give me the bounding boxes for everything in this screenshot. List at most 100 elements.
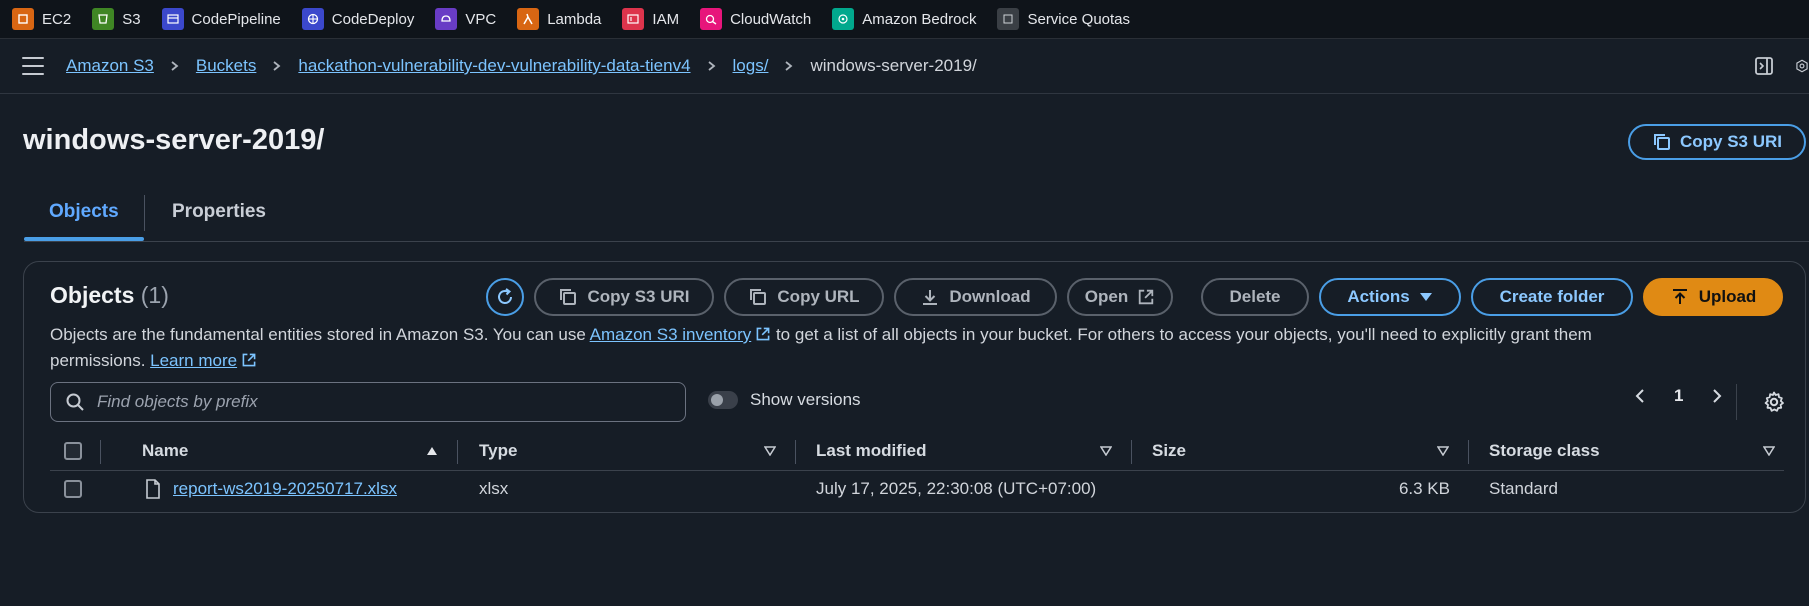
caret-down-icon — [1419, 293, 1432, 301]
copy-icon — [750, 289, 767, 305]
table-header: Name Type Last modified Size Storage cla… — [50, 432, 1784, 471]
header-right-icons — [1753, 39, 1809, 93]
select-all-checkbox[interactable] — [64, 442, 82, 460]
copy-icon — [1653, 134, 1670, 150]
sort-icon[interactable] — [1763, 446, 1775, 456]
search-input[interactable] — [95, 391, 659, 413]
s3-inventory-link[interactable]: Amazon S3 inventory — [590, 325, 752, 344]
chevron-right-icon — [272, 61, 282, 71]
download-button[interactable]: Download — [894, 278, 1057, 316]
favorite-service-quotas[interactable]: Service Quotas — [997, 8, 1130, 30]
objects-heading: Objects (1) — [50, 282, 169, 309]
object-type: xlsx — [479, 479, 509, 498]
menu-icon[interactable] — [22, 57, 44, 75]
favorite-codepipeline[interactable]: CodePipeline — [161, 8, 281, 30]
tab-divider — [144, 195, 145, 231]
favorite-codedeploy[interactable]: CodeDeploy — [301, 8, 414, 30]
settings-hex-icon[interactable] — [1795, 55, 1809, 77]
tab-properties[interactable]: Properties — [172, 201, 266, 223]
page-number[interactable]: 1 — [1674, 386, 1683, 406]
favorite-cloudwatch[interactable]: CloudWatch — [700, 8, 811, 30]
copy-url-button[interactable]: Copy URL — [724, 278, 884, 316]
copy-s3-uri-label: Copy S3 URI — [1679, 132, 1783, 151]
tab-objects[interactable]: Objects — [49, 201, 119, 223]
show-versions-toggle[interactable]: Show versions — [708, 390, 861, 410]
breadcrumb-amazon-s3[interactable]: Amazon S3 — [66, 56, 154, 76]
objects-title: Objects — [50, 282, 135, 308]
s3-icon — [92, 8, 115, 30]
breadcrumb: Amazon S3 Buckets hackathon-vulnerabilit… — [66, 56, 977, 76]
chevron-right-icon — [784, 61, 794, 71]
refresh-button[interactable] — [486, 278, 524, 316]
external-link-icon — [1139, 289, 1154, 305]
tab-bar: Objects Properties — [24, 193, 1809, 242]
column-header-name[interactable]: Name — [142, 441, 188, 461]
actions-dropdown[interactable]: Actions — [1319, 278, 1461, 316]
upload-button[interactable]: Upload — [1643, 278, 1783, 316]
column-divider — [795, 440, 796, 464]
copy-s3-uri-header-button[interactable]: Copy S3 URI — [1628, 124, 1806, 160]
delete-button[interactable]: Delete — [1201, 278, 1309, 316]
object-last-modified: July 17, 2025, 22:30:08 (UTC+07:00) — [816, 479, 1097, 498]
breadcrumb-bucket[interactable]: hackathon-vulnerability-dev-vulnerabilit… — [298, 56, 690, 76]
open-label: Open — [1084, 287, 1129, 306]
favorite-bedrock[interactable]: Amazon Bedrock — [832, 8, 976, 30]
copy-url-label: Copy URL — [777, 287, 860, 306]
column-header-storage-class[interactable]: Storage class — [1489, 441, 1600, 461]
object-size: 6.3 KB — [1398, 479, 1450, 498]
breadcrumb-buckets[interactable]: Buckets — [196, 56, 256, 76]
favorite-label: Amazon Bedrock — [862, 10, 977, 28]
toggle-switch[interactable] — [708, 391, 738, 409]
vpc-icon — [435, 8, 458, 30]
open-button[interactable]: Open — [1067, 278, 1173, 316]
search-box — [50, 382, 686, 422]
learn-more-link[interactable]: Learn more — [150, 351, 237, 370]
favorite-iam[interactable]: IAM — [622, 8, 679, 30]
favorite-label: S3 — [122, 10, 141, 28]
actions-label: Actions — [1347, 287, 1410, 306]
column-header-type[interactable]: Type — [479, 441, 517, 461]
panel-toggle-icon[interactable] — [1753, 55, 1775, 77]
search-icon — [66, 393, 84, 411]
column-header-last-modified[interactable]: Last modified — [816, 441, 927, 461]
create-folder-button[interactable]: Create folder — [1471, 278, 1633, 316]
breadcrumb-bar: Amazon S3 Buckets hackathon-vulnerabilit… — [0, 39, 1809, 94]
external-link-icon — [242, 353, 256, 367]
favorite-s3[interactable]: S3 — [92, 8, 141, 30]
chevron-right-icon — [170, 61, 180, 71]
object-name-link[interactable]: report-ws2019-20250717.xlsx — [173, 479, 397, 498]
objects-panel: Objects (1) Copy S3 URI Copy URL Downloa… — [23, 261, 1806, 513]
favorite-label: CloudWatch — [730, 10, 812, 28]
objects-description: Objects are the fundamental entities sto… — [50, 322, 1750, 374]
favorite-vpc[interactable]: VPC — [435, 8, 496, 30]
row-checkbox[interactable] — [64, 480, 82, 498]
delete-label: Delete — [1229, 287, 1281, 306]
sort-icon[interactable] — [764, 446, 776, 456]
sort-ascending-icon[interactable] — [426, 446, 438, 456]
tab-active-indicator — [24, 237, 144, 241]
favorite-lambda[interactable]: Lambda — [517, 8, 601, 30]
chevron-left-icon[interactable] — [1634, 389, 1648, 403]
column-divider — [1131, 440, 1132, 464]
column-header-size[interactable]: Size — [1152, 441, 1186, 461]
ec2-icon — [12, 8, 34, 30]
favorite-ec2[interactable]: EC2 — [12, 8, 71, 30]
table-row: report-ws2019-20250717.xlsx xlsx July 17… — [50, 470, 1784, 508]
pager-divider — [1736, 384, 1737, 420]
copy-s3-uri-button[interactable]: Copy S3 URI — [534, 278, 714, 316]
description-text: Objects are the fundamental entities sto… — [50, 325, 590, 344]
cloudwatch-icon — [700, 8, 723, 30]
copy-icon — [560, 289, 577, 305]
favorite-label: VPC — [465, 10, 497, 28]
breadcrumb-logs[interactable]: logs/ — [733, 56, 769, 76]
favorites-bar: EC2 S3 CodePipeline CodeDeploy VPC Lambd… — [0, 0, 1809, 39]
pagination: 1 — [1634, 386, 1723, 406]
create-folder-label: Create folder — [1499, 287, 1605, 306]
sort-icon[interactable] — [1100, 446, 1112, 456]
breadcrumb-current: windows-server-2019/ — [810, 56, 977, 75]
sort-icon[interactable] — [1437, 446, 1449, 456]
page-title: windows-server-2019/ — [23, 124, 325, 156]
gear-icon[interactable] — [1762, 390, 1786, 414]
download-label: Download — [949, 287, 1031, 306]
chevron-right-icon[interactable] — [1709, 389, 1723, 403]
